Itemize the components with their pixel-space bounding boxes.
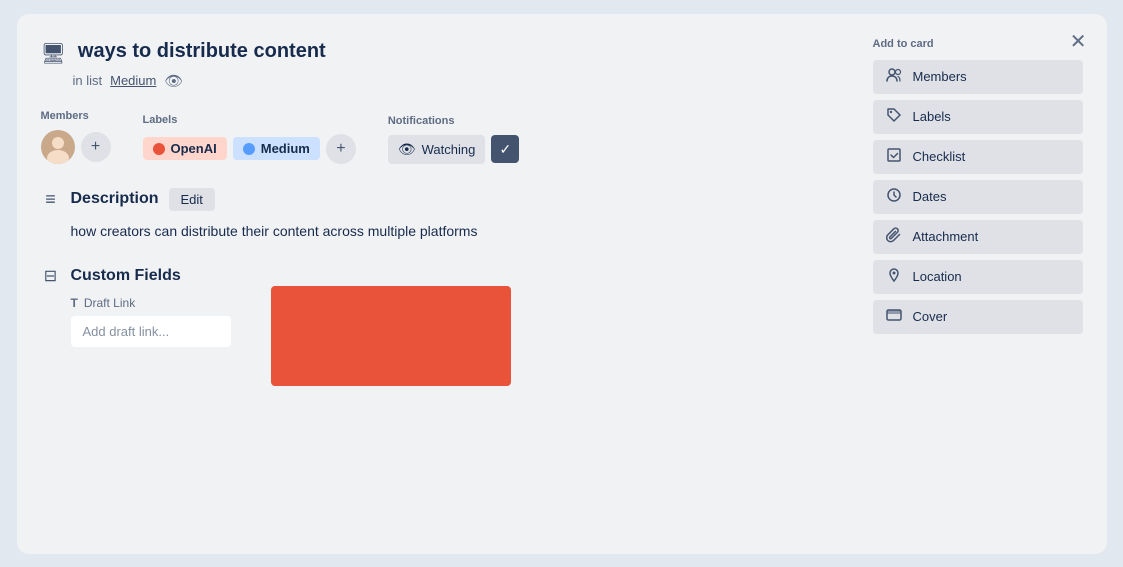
label-medium-text: Medium (261, 141, 310, 156)
notifications-label: Notifications (388, 115, 520, 127)
card-modal: ✕ 🖥 ways to distribute content in list M… (17, 14, 1107, 554)
sidebar-checklist-label: Checklist (913, 149, 966, 164)
sidebar: Add to card Members Labels (873, 38, 1083, 530)
add-label-button[interactable]: + (326, 134, 356, 164)
orange-cover-block (271, 286, 511, 386)
add-member-button[interactable]: + (81, 132, 111, 162)
sidebar-attachment-button[interactable]: Attachment (873, 220, 1083, 254)
cover-sidebar-icon (885, 307, 903, 327)
attachment-sidebar-icon (885, 227, 903, 247)
sidebar-members-label: Members (913, 69, 967, 84)
close-button[interactable]: ✕ (1066, 28, 1091, 56)
description-text: how creators can distribute their conten… (71, 221, 853, 242)
watching-button[interactable]: 👁 Watching (388, 135, 486, 164)
avatar[interactable] (41, 130, 75, 164)
members-group: Members + (41, 110, 111, 164)
sidebar-cover-label: Cover (913, 309, 948, 324)
custom-fields-title: Custom Fields (71, 267, 181, 285)
sidebar-labels-button[interactable]: Labels (873, 100, 1083, 134)
card-list-row: in list Medium 👁 (73, 72, 853, 90)
sidebar-members-button[interactable]: Members (873, 60, 1083, 94)
description-section-header: ≡ Description Edit (41, 188, 853, 211)
sidebar-dates-label: Dates (913, 189, 947, 204)
watching-text: Watching (422, 142, 476, 157)
checklist-sidebar-icon (885, 147, 903, 167)
custom-fields-body: T Draft Link Add draft link... (71, 296, 853, 416)
sidebar-cover-button[interactable]: Cover (873, 300, 1083, 334)
label-dot-openai (153, 143, 165, 155)
card-title-row: 🖥 ways to distribute content (41, 38, 853, 66)
description-title: Description (71, 190, 159, 208)
sidebar-dates-button[interactable]: Dates (873, 180, 1083, 214)
members-items: + (41, 130, 111, 164)
draft-link-input[interactable]: Add draft link... (71, 316, 231, 347)
edit-description-button[interactable]: Edit (169, 188, 215, 211)
notifications-group: Notifications 👁 Watching ✓ (388, 115, 520, 164)
custom-fields-icon: ⊟ (41, 266, 61, 286)
watching-check-button[interactable]: ✓ (491, 135, 519, 163)
notifications-items: 👁 Watching ✓ (388, 135, 520, 164)
text-type-icon: T (71, 296, 78, 310)
draft-link-label-text: Draft Link (84, 296, 135, 310)
meta-row: Members + Labels (41, 110, 853, 164)
card-title: ways to distribute content (78, 38, 326, 64)
label-openai-text: OpenAI (171, 141, 217, 156)
labels-sidebar-icon (885, 107, 903, 127)
sidebar-labels-label: Labels (913, 109, 951, 124)
labels-label: Labels (143, 114, 356, 126)
description-icon: ≡ (41, 189, 61, 210)
sidebar-checklist-button[interactable]: Checklist (873, 140, 1083, 174)
label-openai[interactable]: OpenAI (143, 137, 227, 160)
sidebar-attachment-label: Attachment (913, 229, 979, 244)
labels-items: OpenAI Medium + (143, 134, 356, 164)
custom-fields-section: ⊟ Custom Fields T Draft Link Add draft l… (41, 266, 853, 416)
members-label: Members (41, 110, 111, 122)
main-content: 🖥 ways to distribute content in list Med… (41, 38, 853, 530)
members-sidebar-icon (885, 67, 903, 87)
sidebar-location-button[interactable]: Location (873, 260, 1083, 294)
labels-group: Labels OpenAI Medium + (143, 114, 356, 164)
eye-icon[interactable]: 👁 (164, 72, 183, 90)
location-sidebar-icon (885, 267, 903, 287)
label-dot-medium (243, 143, 255, 155)
list-prefix: in list (73, 73, 103, 88)
custom-fields-header: ⊟ Custom Fields (41, 266, 853, 286)
sidebar-location-label: Location (913, 269, 962, 284)
eye-watch-icon: 👁 (398, 141, 416, 158)
card-type-icon: 🖥 (41, 41, 66, 66)
label-medium[interactable]: Medium (233, 137, 320, 160)
dates-sidebar-icon (885, 187, 903, 207)
list-name-link[interactable]: Medium (110, 73, 156, 88)
add-to-card-label: Add to card (873, 38, 1083, 50)
